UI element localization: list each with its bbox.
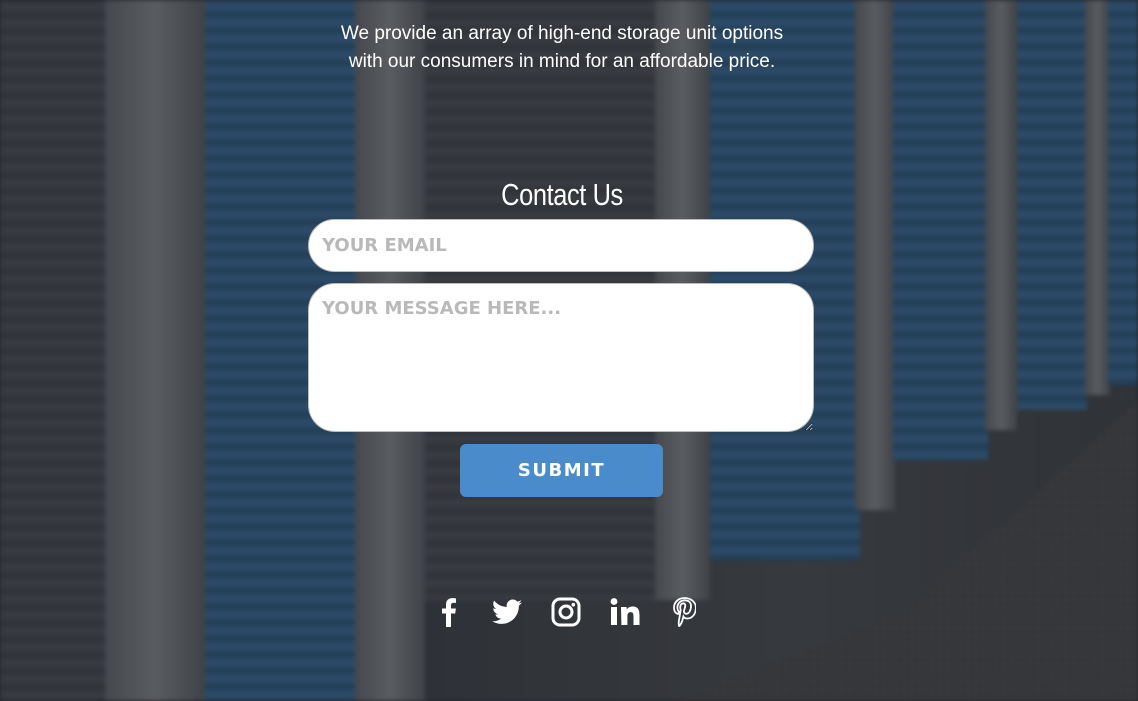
linkedin-link[interactable]: [607, 594, 643, 630]
twitter-link[interactable]: [489, 594, 525, 630]
facebook-link[interactable]: [430, 594, 466, 630]
instagram-icon: [551, 597, 581, 627]
linkedin-icon: [610, 598, 640, 626]
social-links: [430, 592, 702, 632]
message-field[interactable]: [308, 283, 814, 432]
submit-button[interactable]: SUBMIT: [460, 444, 663, 497]
tagline-line-1: We provide an array of high-end storage …: [340, 23, 784, 44]
email-field[interactable]: [308, 219, 814, 272]
facebook-icon: [438, 597, 458, 627]
twitter-icon: [492, 599, 522, 625]
pinterest-icon: [672, 597, 696, 627]
tagline-line-2: with our consumers in mind for an afford…: [348, 51, 776, 72]
hero-tagline: We provide an array of high-end storage …: [300, 20, 824, 76]
instagram-link[interactable]: [548, 594, 584, 630]
pinterest-link[interactable]: [666, 594, 702, 630]
contact-section: We provide an array of high-end storage …: [0, 0, 1138, 701]
page: We provide an array of high-end storage …: [0, 0, 1138, 701]
contact-title: Contact Us: [501, 177, 623, 212]
